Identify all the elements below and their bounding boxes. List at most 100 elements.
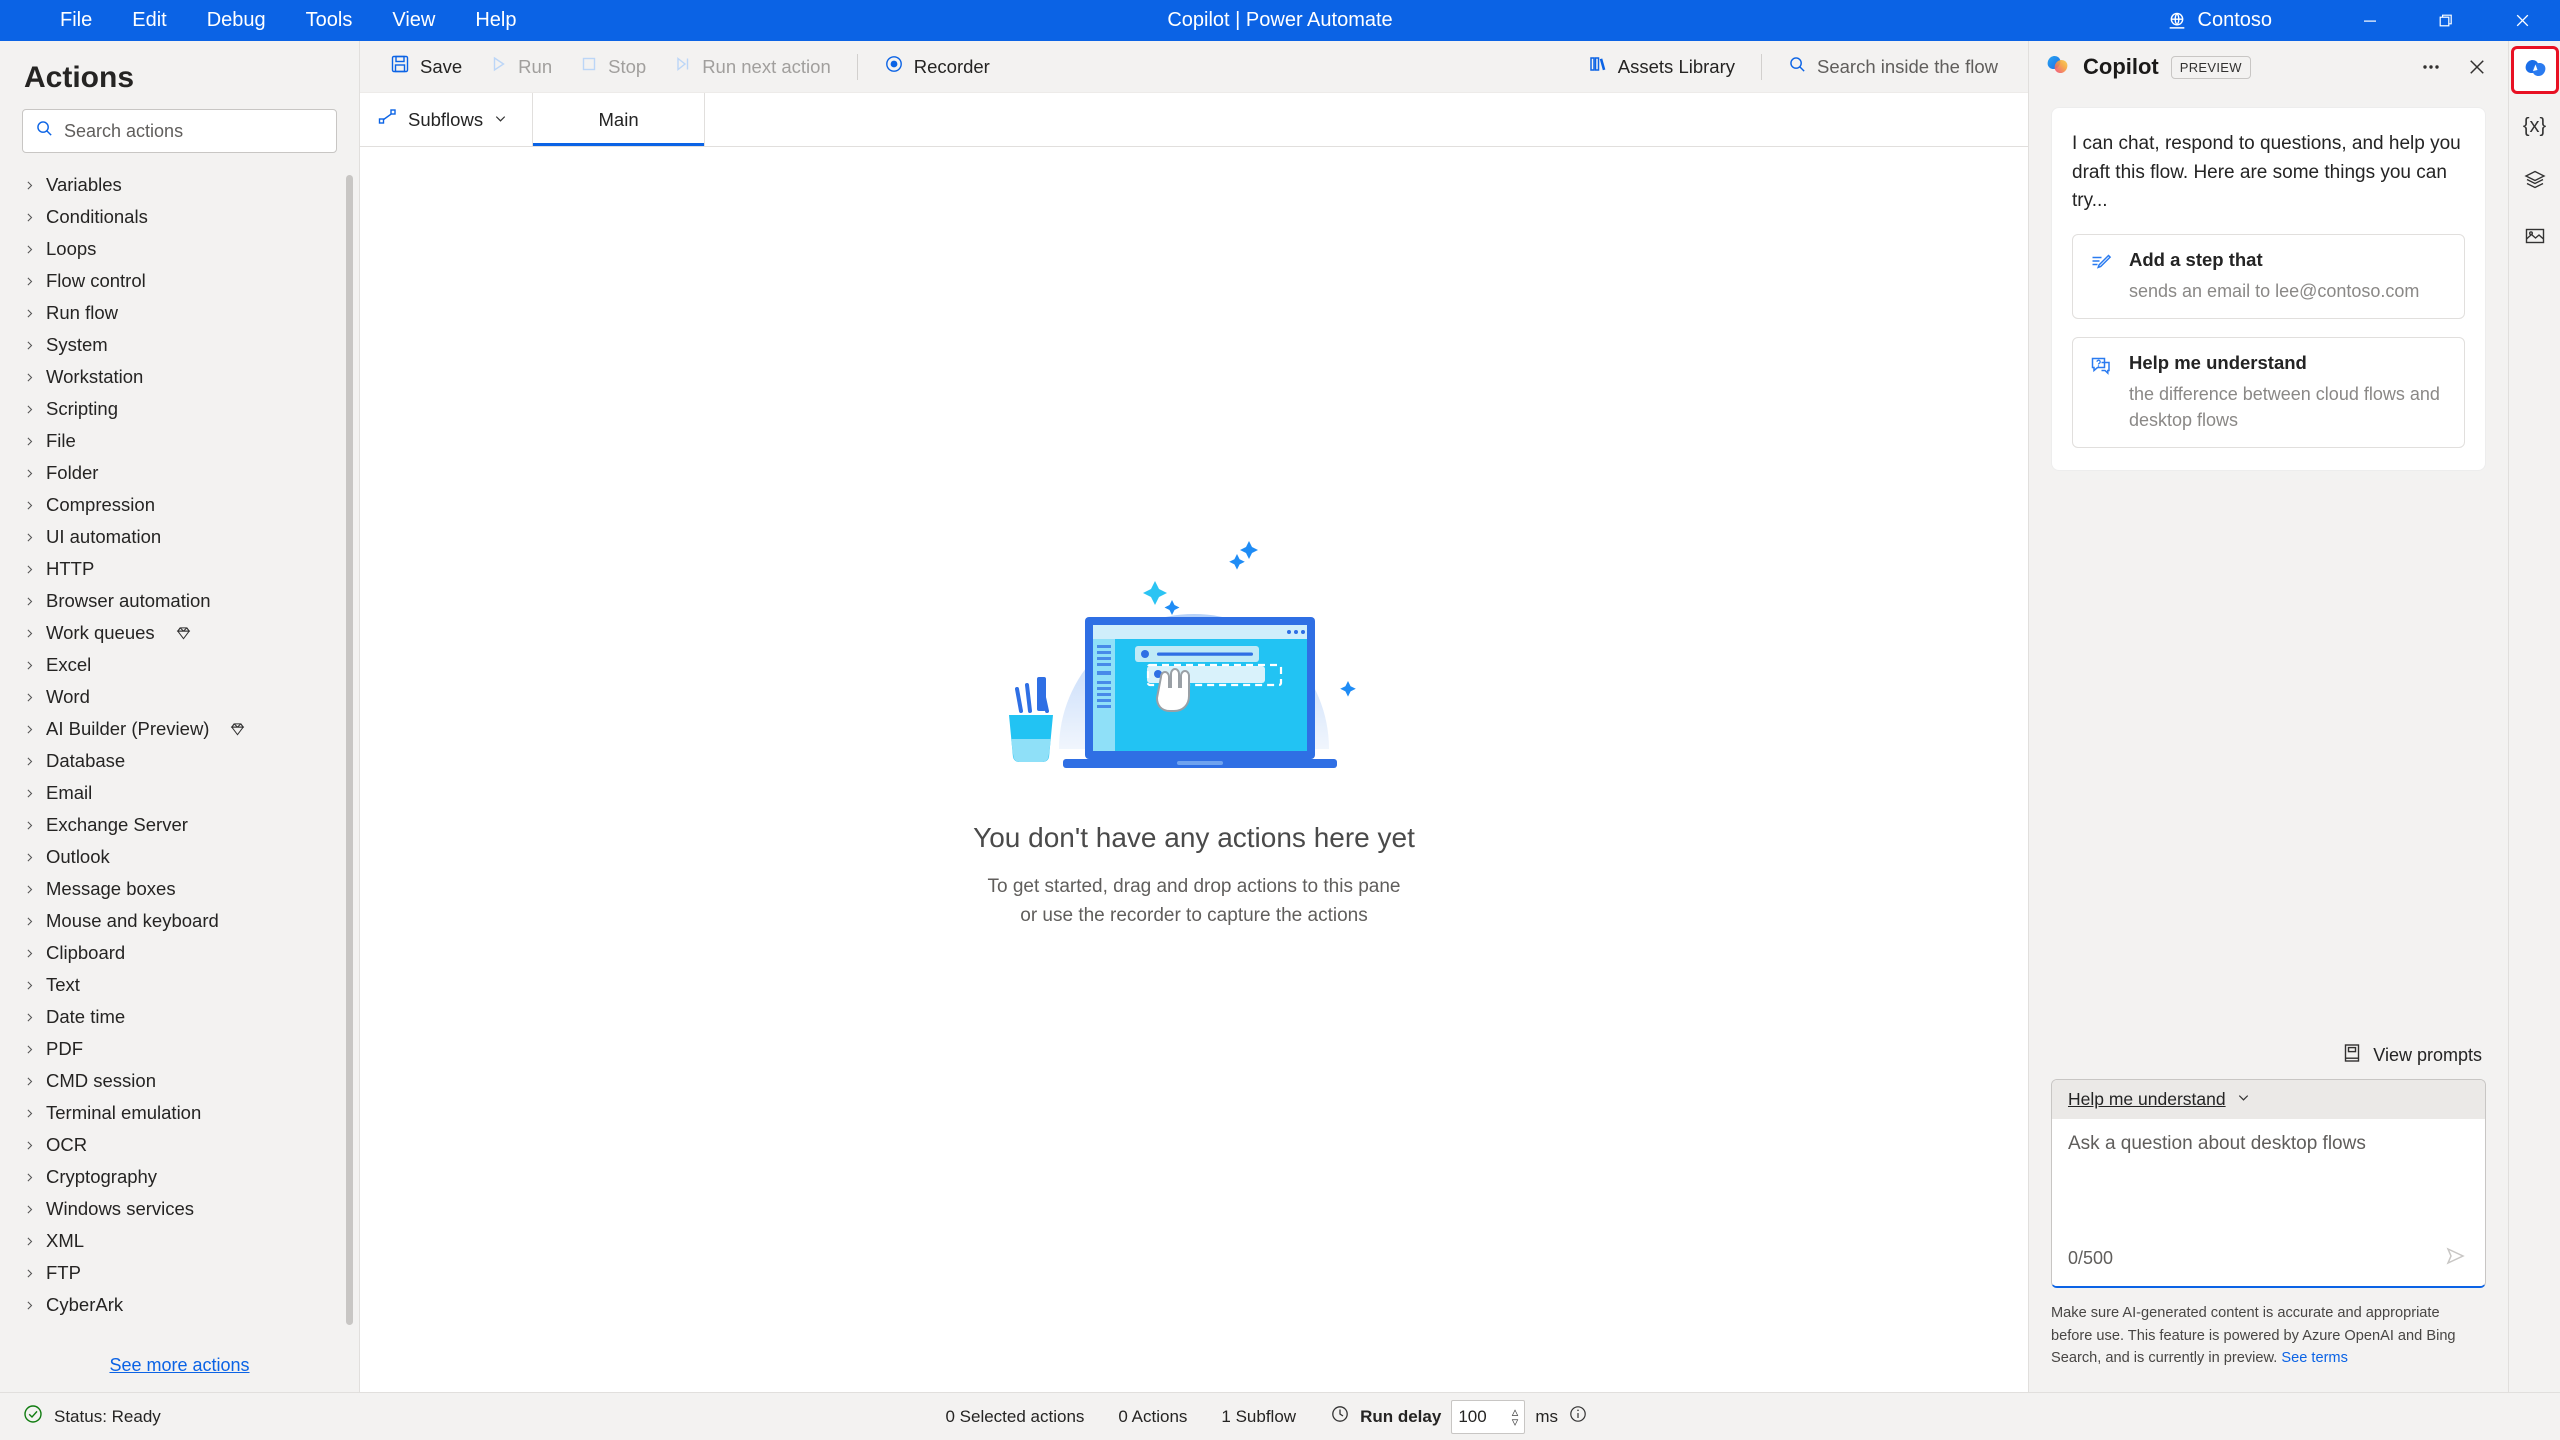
chevron-right-icon (22, 787, 36, 800)
sidebar-item-ui-automation[interactable]: UI automation (0, 521, 359, 553)
suggestion-help-me-understand[interactable]: Help me understand the difference betwee… (2072, 336, 2465, 448)
menu-item-tools[interactable]: Tools (286, 5, 373, 36)
sidebar-item-ocr[interactable]: OCR (0, 1129, 359, 1161)
sidebar-item-xml[interactable]: XML (0, 1225, 359, 1257)
sidebar-item-label: System (46, 334, 108, 355)
suggestion-title: Help me understand (2129, 351, 2307, 373)
copilot-close-button[interactable] (2460, 50, 2494, 84)
sidebar-item-word[interactable]: Word (0, 681, 359, 713)
sidebar-item-exchange-server[interactable]: Exchange Server (0, 809, 359, 841)
rail-copilot-button[interactable] (2510, 46, 2559, 94)
sidebar-item-label: CyberArk (46, 1294, 124, 1315)
sidebar-item-windows-services[interactable]: Windows services (0, 1193, 359, 1225)
rail-images-button[interactable] (2514, 217, 2556, 259)
sidebar-item-conditionals[interactable]: Conditionals (0, 201, 359, 233)
sidebar-item-system[interactable]: System (0, 329, 359, 361)
sidebar-item-mouse-and-keyboard[interactable]: Mouse and keyboard (0, 905, 359, 937)
sidebar-item-flow-control[interactable]: Flow control (0, 265, 359, 297)
sidebar-item-variables[interactable]: Variables (0, 169, 359, 201)
menu-item-edit[interactable]: Edit (112, 5, 186, 36)
sidebar-item-ftp[interactable]: FTP (0, 1257, 359, 1289)
tab-main[interactable]: Main (533, 93, 706, 146)
sidebar-item-label: Word (46, 686, 90, 707)
sidebar-item-cryptography[interactable]: Cryptography (0, 1161, 359, 1193)
run-button[interactable]: Run (476, 48, 566, 85)
maximize-button[interactable] (2408, 0, 2484, 41)
search-icon (1788, 55, 1807, 79)
stepper-down-icon[interactable]: ▿ (1512, 1414, 1519, 1427)
sidebar-item-folder[interactable]: Folder (0, 457, 359, 489)
sidebar-item-loops[interactable]: Loops (0, 233, 359, 265)
chevron-right-icon (22, 339, 36, 352)
view-prompts-label: View prompts (2373, 1045, 2482, 1066)
sidebar-item-message-boxes[interactable]: Message boxes (0, 873, 359, 905)
sidebar-item-label: CMD session (46, 1070, 156, 1091)
menu-item-view[interactable]: View (372, 5, 455, 36)
copilot-more-options-button[interactable] (2414, 50, 2448, 84)
flow-canvas[interactable]: You don't have any actions here yet To g… (360, 147, 2028, 1392)
compose-mode-label: Help me understand (2068, 1089, 2226, 1110)
sidebar-item-label: Work queues (46, 622, 155, 643)
sidebar-item-work-queues[interactable]: Work queues (0, 617, 359, 649)
sidebar-item-cmd-session[interactable]: CMD session (0, 1065, 359, 1097)
sidebar-item-cyberark[interactable]: CyberArk (0, 1289, 359, 1321)
sidebar-item-terminal-emulation[interactable]: Terminal emulation (0, 1097, 359, 1129)
save-icon (390, 54, 410, 79)
run-delay-input[interactable]: 100 ▵ ▿ (1451, 1399, 1526, 1434)
status-indicator: Status: Ready (22, 1403, 161, 1430)
save-button[interactable]: Save (376, 47, 476, 86)
step-over-icon (674, 55, 692, 78)
view-prompts-button[interactable]: View prompts (2029, 1042, 2508, 1079)
see-more-actions[interactable]: See more actions (0, 1345, 359, 1392)
run-delay-stepper[interactable]: ▵ ▿ (1512, 1405, 1519, 1427)
search-actions-box[interactable] (22, 109, 337, 153)
sidebar-item-ai-builder-preview[interactable]: AI Builder (Preview) (0, 713, 359, 745)
run-next-action-button[interactable]: Run next action (660, 48, 845, 85)
sidebar-item-excel[interactable]: Excel (0, 649, 359, 681)
sidebar-item-http[interactable]: HTTP (0, 553, 359, 585)
sidebar-item-text[interactable]: Text (0, 969, 359, 1001)
sidebar-item-compression[interactable]: Compression (0, 489, 359, 521)
menu-item-help[interactable]: Help (455, 5, 536, 36)
compose-footer: 0/500 (2052, 1237, 2485, 1287)
menu-item-debug[interactable]: Debug (187, 5, 286, 36)
sidebar-item-label: Run flow (46, 302, 118, 323)
actions-group-list[interactable]: Variables Conditionals Loops Flow control Ru… (0, 165, 359, 1345)
sidebar-scrollbar-thumb[interactable] (346, 175, 353, 1325)
close-button[interactable] (2484, 0, 2560, 41)
see-more-actions-link[interactable]: See more actions (109, 1355, 249, 1375)
sidebar-item-pdf[interactable]: PDF (0, 1033, 359, 1065)
send-button[interactable] (2443, 1243, 2469, 1274)
recorder-button[interactable]: Recorder (870, 47, 1004, 86)
search-in-flow-button[interactable]: Search inside the flow (1774, 48, 2012, 86)
sidebar-item-label: Excel (46, 654, 92, 675)
suggestion-add-a-step[interactable]: Add a step that sends an email to lee@co… (2072, 233, 2465, 319)
sidebar-item-browser-automation[interactable]: Browser automation (0, 585, 359, 617)
sidebar-item-clipboard[interactable]: Clipboard (0, 937, 359, 969)
sidebar-item-label: HTTP (46, 558, 95, 579)
rail-ui-elements-button[interactable] (2514, 161, 2556, 203)
sidebar-item-workstation[interactable]: Workstation (0, 361, 359, 393)
compose-mode-dropdown[interactable]: Help me understand (2052, 1080, 2485, 1120)
sidebar-item-database[interactable]: Database (0, 745, 359, 777)
organization-indicator[interactable]: Contoso (2166, 9, 2272, 32)
copilot-input-area[interactable]: Ask a question about desktop flows (2052, 1119, 2485, 1238)
stop-button[interactable]: Stop (566, 48, 660, 85)
minimize-button[interactable] (2332, 0, 2408, 41)
info-icon[interactable] (1568, 1404, 1588, 1429)
assets-library-button[interactable]: Assets Library (1574, 47, 1749, 86)
sidebar-item-email[interactable]: Email (0, 777, 359, 809)
sidebar-item-scripting[interactable]: Scripting (0, 393, 359, 425)
sidebar-item-date-time[interactable]: Date time (0, 1001, 359, 1033)
empty-state-subtitle: To get started, drag and drop actions to… (988, 872, 1401, 931)
chevron-right-icon (22, 1235, 36, 1248)
see-terms-link[interactable]: See terms (2281, 1350, 2348, 1366)
subflows-dropdown[interactable]: Subflows (360, 93, 534, 146)
menu-item-file[interactable]: File (40, 5, 112, 36)
sidebar-item-run-flow[interactable]: Run flow (0, 297, 359, 329)
copilot-input-placeholder: Ask a question about desktop flows (2068, 1133, 2366, 1155)
sidebar-item-file[interactable]: File (0, 425, 359, 457)
sidebar-item-outlook[interactable]: Outlook (0, 841, 359, 873)
search-actions-input[interactable] (64, 120, 324, 142)
rail-variables-button[interactable]: {x} (2514, 105, 2556, 147)
